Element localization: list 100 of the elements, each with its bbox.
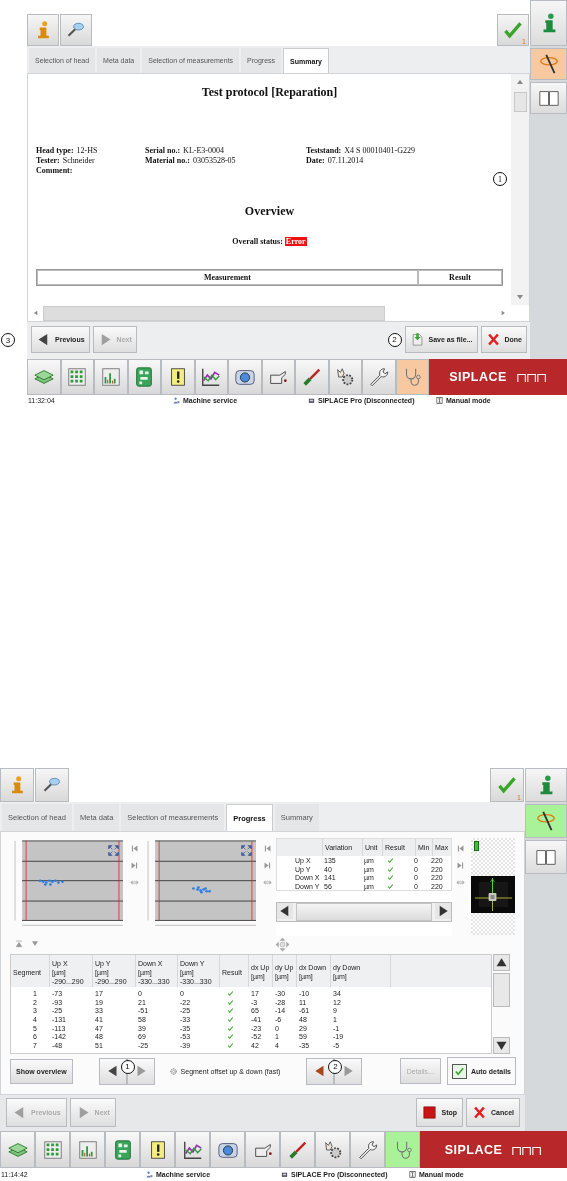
sidebar-button[interactable] (525, 840, 567, 874)
skip-forward-icon[interactable] (456, 861, 465, 871)
sidebar-button[interactable] (530, 0, 567, 46)
column-header: Measurement (37, 270, 418, 285)
skip-back-icon[interactable] (130, 844, 139, 854)
close-icon (472, 1105, 488, 1121)
taskbar-button[interactable] (105, 1131, 140, 1168)
wrench-icon (367, 366, 390, 388)
scroll-thumb[interactable] (296, 903, 432, 922)
wrench-icon (356, 1138, 379, 1161)
search-button[interactable] (60, 14, 92, 46)
user-icon (146, 1171, 153, 1178)
sidebar-button[interactable] (530, 48, 567, 80)
field-text: Serial no.: KL-E3-0004 (145, 146, 225, 155)
callout-number: 1 (493, 172, 507, 186)
section-heading: Overview (243, 204, 296, 219)
user-icon (173, 397, 180, 404)
skip-forward-icon[interactable] (263, 861, 272, 871)
check-icon (497, 775, 517, 795)
wand-icon (537, 53, 560, 75)
sidebar-button[interactable] (525, 804, 567, 838)
arches-icon (516, 372, 547, 382)
taskbar-button[interactable] (362, 359, 396, 395)
sidebar-button[interactable] (530, 82, 567, 114)
field-text: Date: 07.11.2014 (306, 156, 365, 165)
move-up-icon[interactable] (14, 940, 24, 949)
splitter-handle[interactable] (263, 878, 272, 888)
taskbar-button[interactable] (210, 1131, 245, 1168)
gear-icon (168, 1066, 178, 1076)
scroll-down-icon[interactable] (493, 1037, 510, 1055)
arches-icon (512, 1144, 543, 1155)
next-button[interactable] (334, 1057, 363, 1085)
previous-button[interactable] (306, 1057, 335, 1085)
mode-icon (409, 1171, 416, 1178)
taskbar-button[interactable] (280, 1131, 315, 1168)
taskbar-button[interactable] (175, 1131, 210, 1168)
scroll-right-icon[interactable] (435, 903, 451, 920)
stop-icon (422, 1105, 438, 1121)
search-button[interactable] (35, 768, 69, 802)
check-icon (453, 1065, 465, 1077)
taskbar-button[interactable] (261, 359, 295, 395)
taskbar-button[interactable] (228, 359, 262, 395)
scroll-left-icon[interactable] (277, 903, 293, 920)
taskbar-button[interactable] (194, 359, 228, 395)
field-text: Head type: 12-HS (36, 146, 99, 155)
wand-icon (535, 810, 557, 832)
vertical-scrollbar[interactable] (493, 954, 510, 1055)
brand-name: SIPLACE (444, 1142, 503, 1157)
taskbar-button[interactable] (245, 1131, 280, 1168)
line-chart-icon (200, 366, 223, 388)
info-button[interactable] (0, 768, 34, 802)
computer-icon (308, 397, 315, 404)
horizontal-scrollbar[interactable] (276, 902, 452, 923)
taskbar-button[interactable] (140, 1131, 175, 1168)
splitter-handle[interactable] (274, 936, 290, 952)
taskbar-button[interactable] (27, 359, 61, 395)
indicator-icon (474, 841, 479, 852)
taskbar-button[interactable] (315, 1131, 350, 1168)
taskbar-button[interactable] (0, 1131, 35, 1168)
taskbar-button[interactable] (60, 359, 94, 395)
taskbar-button[interactable] (350, 1131, 385, 1168)
sidebar-button[interactable] (525, 768, 567, 802)
save-icon (409, 332, 425, 347)
taskbar-button[interactable] (295, 359, 329, 395)
bar-chart-icon (99, 366, 122, 388)
brand-name: SIPLACE (449, 370, 507, 384)
skip-back-icon[interactable] (456, 844, 465, 854)
callout-number: 3 (1, 333, 15, 347)
splitter-handle[interactable] (130, 878, 139, 888)
scroll-up-icon[interactable] (493, 954, 510, 972)
taskbar-button[interactable] (328, 359, 362, 395)
skip-forward-icon[interactable] (130, 861, 139, 871)
bar-chart-icon (76, 1138, 99, 1161)
status-label: Overall status: (232, 237, 283, 246)
info-button[interactable] (27, 14, 59, 46)
previous-button[interactable] (98, 1057, 127, 1085)
field-text: Tester: Schneider (36, 156, 96, 165)
taskbar-button[interactable] (35, 1131, 70, 1168)
grid-icon (41, 1138, 64, 1161)
callout-number: 2 (387, 332, 402, 347)
close-icon (485, 332, 501, 347)
document-title: Test protocol [Reparation] (200, 85, 339, 100)
field-text: Material no.: 03053528-05 (145, 156, 237, 165)
splitter-handle[interactable] (456, 878, 465, 888)
vertical-scrollbar[interactable] (511, 74, 529, 305)
column-header: Result (418, 270, 502, 285)
status-value: Error (284, 237, 307, 246)
expand-icon[interactable] (107, 844, 120, 858)
field-text: Comment: (36, 166, 74, 175)
field-text: Teststand: X4 S 00010401-G229 (306, 146, 416, 155)
taskbar-button[interactable] (161, 359, 195, 395)
scroll-thumb[interactable] (513, 92, 527, 112)
scroll-thumb[interactable] (43, 305, 385, 321)
scroll-thumb[interactable] (493, 973, 510, 1008)
computer-icon (281, 1171, 288, 1178)
skip-back-icon[interactable] (263, 844, 272, 854)
expand-icon[interactable] (240, 844, 253, 858)
check-icon (503, 20, 523, 40)
grid-icon (66, 366, 89, 388)
taskbar-button[interactable] (127, 359, 161, 395)
